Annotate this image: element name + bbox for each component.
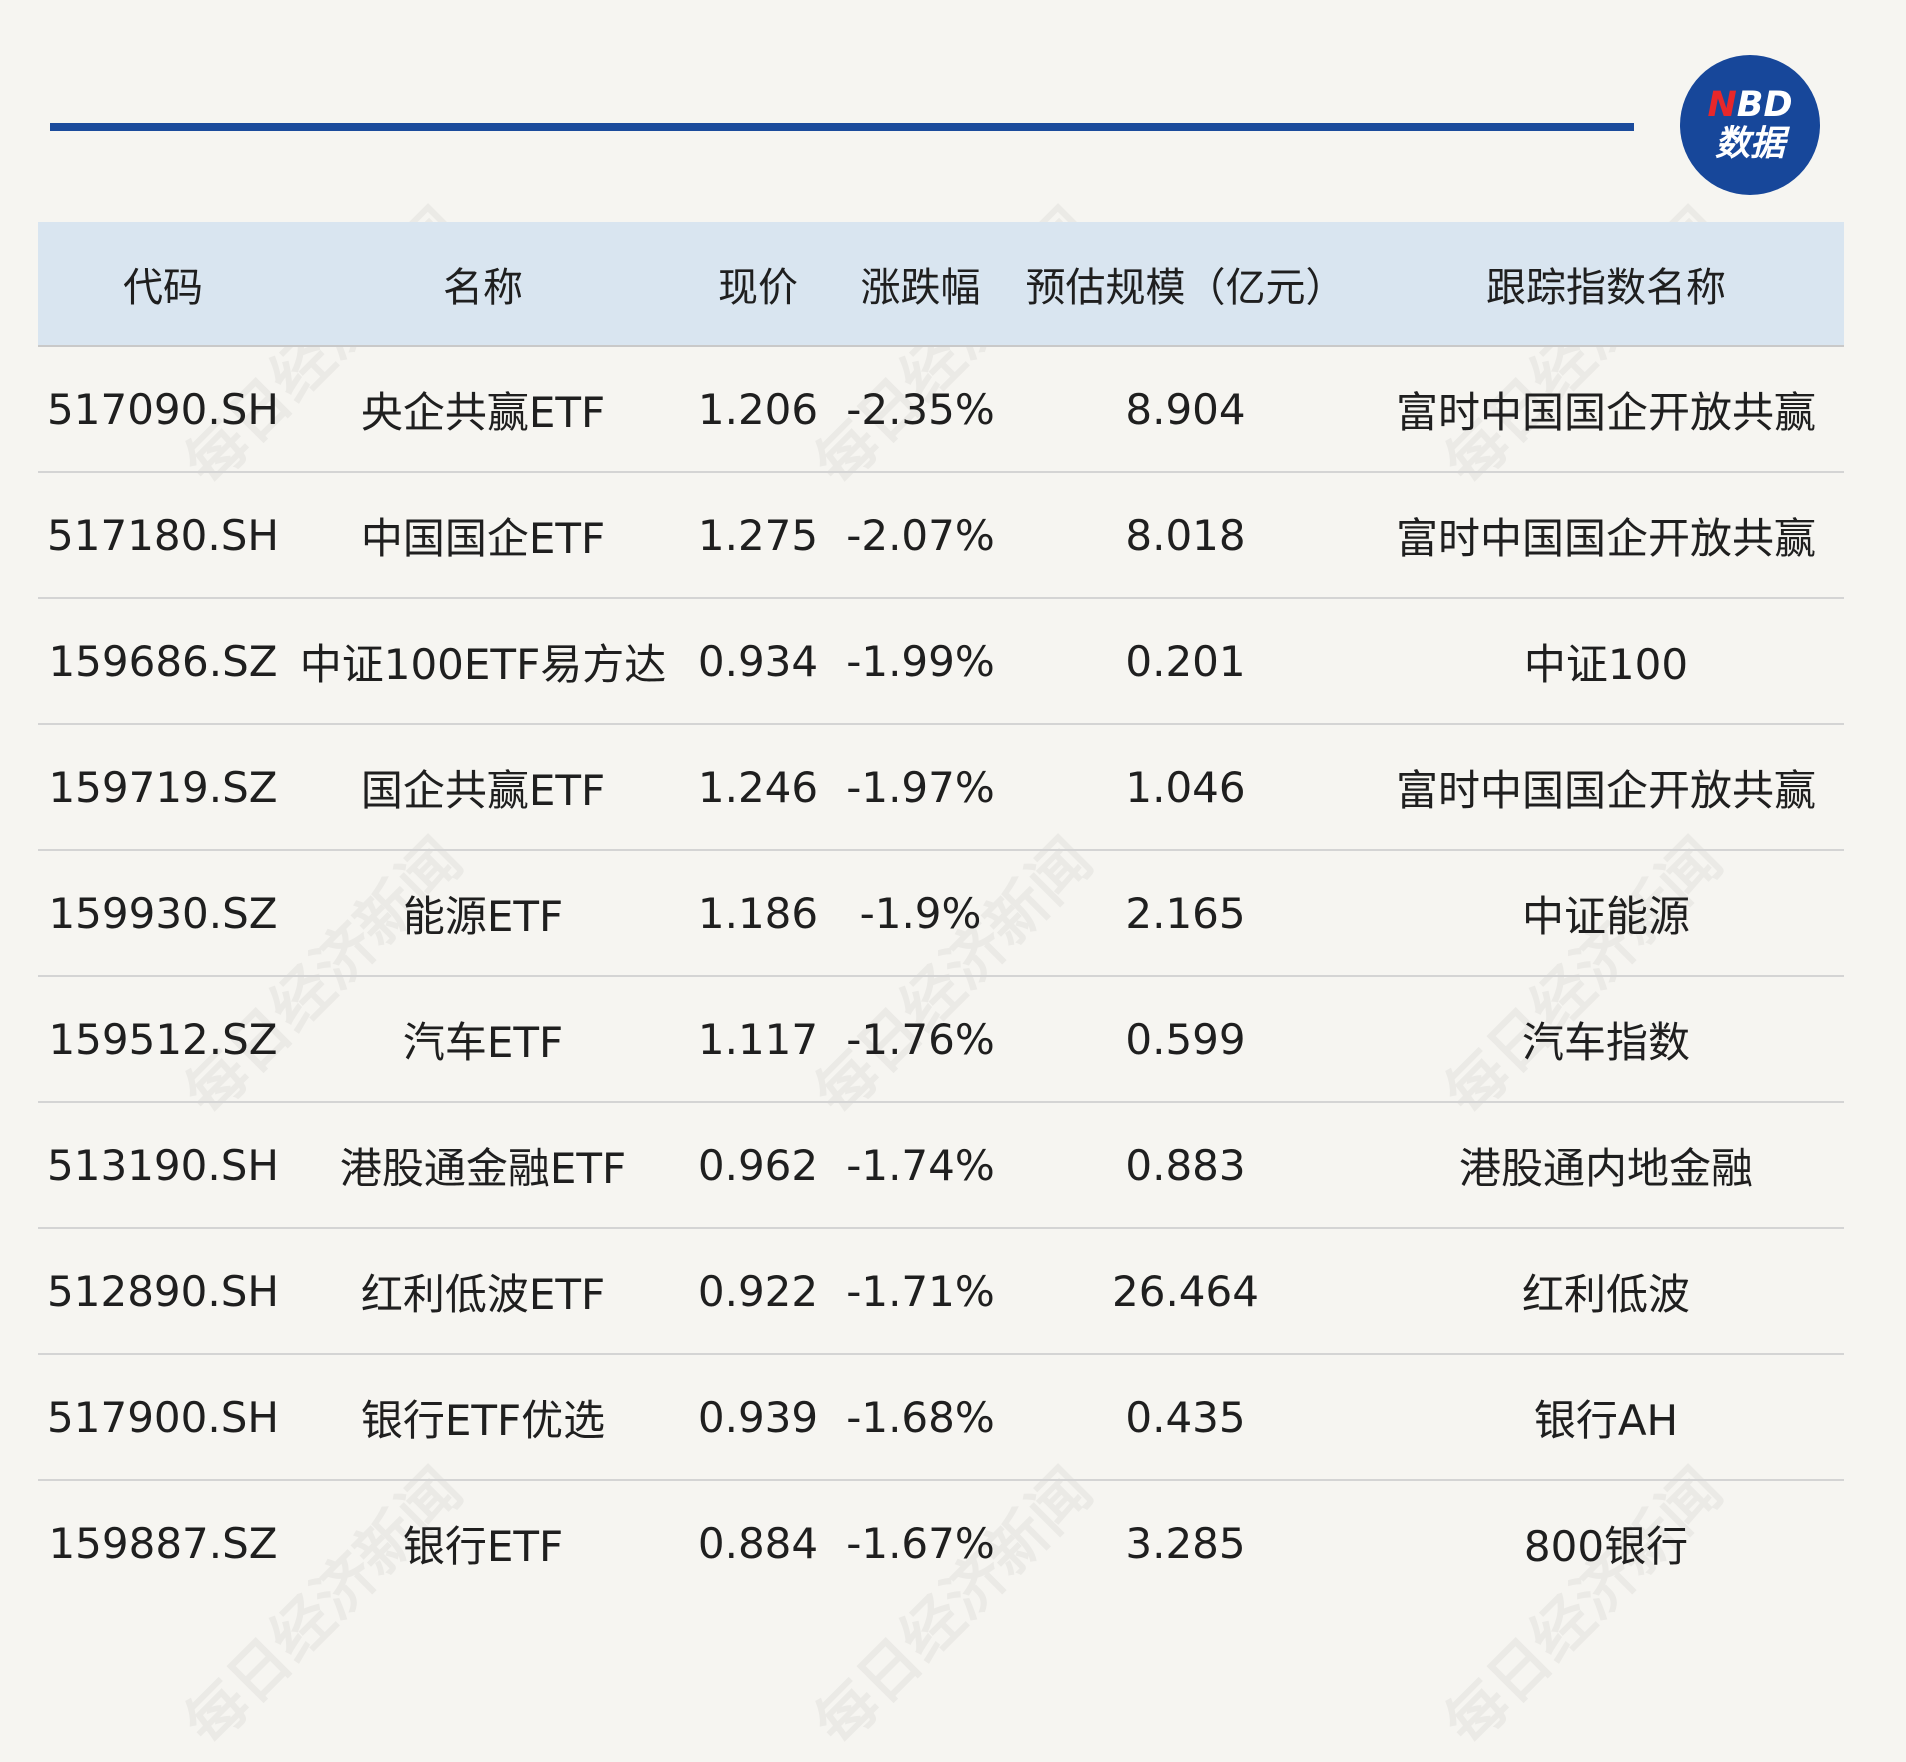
table-row: 159719.SZ 国企共赢ETF 1.246 -1.97% 1.046 富时中… (38, 724, 1844, 851)
cell-name: 银行ETF (402, 1522, 564, 1571)
cell-price: 1.246 (678, 724, 838, 851)
cell-change: -1.99% (838, 598, 1003, 725)
cell-scale: 3.285 (1125, 1519, 1246, 1568)
cell-change: -2.35% (838, 346, 1003, 473)
cell-name: 红利低波ETF (288, 1228, 678, 1355)
table-row: 159930.SZ 能源ETF 1.186 -1.9% 2.165 中证能源 (38, 850, 1844, 977)
col-header-change: 涨跌幅 (838, 222, 1003, 347)
header-rule (50, 123, 1634, 131)
cell-name: 中国国企ETF (288, 472, 678, 599)
cell-change: -1.68% (838, 1354, 1003, 1481)
cell-index: 中证能源 (1368, 850, 1844, 977)
table-row: 513190.SH 港股通金融ETF 0.962 -1.74% 0.883 港股… (38, 1102, 1844, 1229)
cell-price: 0.884 (697, 1519, 819, 1568)
cell-scale: 1.046 (1003, 724, 1368, 851)
cell-index: 红利低波 (1368, 1228, 1844, 1355)
cell-price: 1.186 (678, 850, 838, 977)
cell-name: 中证100ETF易方达 (288, 598, 678, 725)
cell-scale: 26.464 (1003, 1228, 1368, 1355)
col-header-code: 代码 (38, 222, 288, 347)
cell-price: 0.934 (678, 598, 838, 725)
cell-name: 央企共赢ETF (288, 346, 678, 473)
cell-index: 中证100 (1368, 598, 1844, 725)
cell-price: 1.206 (678, 346, 838, 473)
cell-code: 512890.SH (38, 1228, 288, 1355)
col-header-index: 跟踪指数名称 (1368, 222, 1844, 347)
table-row: 159512.SZ 汽车ETF 1.117 -1.76% 0.599 汽车指数 (38, 976, 1844, 1103)
cell-price: 0.922 (678, 1228, 838, 1355)
cell-code: 517900.SH (38, 1354, 288, 1481)
cell-name: 银行ETF优选 (288, 1354, 678, 1481)
cell-index: 富时中国国企开放共赢 (1368, 472, 1844, 599)
cell-change: -1.76% (838, 976, 1003, 1103)
cell-change: -1.97% (838, 724, 1003, 851)
cell-index: 港股通内地金融 (1368, 1102, 1844, 1229)
cell-change: -1.9% (838, 850, 1003, 977)
nbd-data-logo: NBD 数据 (1680, 55, 1820, 195)
cell-index: 富时中国国企开放共赢 (1368, 724, 1844, 851)
cell-scale: 2.165 (1003, 850, 1368, 977)
table-row: 517900.SH 银行ETF优选 0.939 -1.68% 0.435 银行A… (38, 1354, 1844, 1481)
cell-index: 银行AH (1368, 1354, 1844, 1481)
cell-name: 港股通金融ETF (288, 1102, 678, 1229)
cell-code: 159887.SZ (48, 1519, 278, 1568)
cell-scale: 0.201 (1003, 598, 1368, 725)
cell-index: 富时中国国企开放共赢 (1368, 346, 1844, 473)
table-row: 517180.SH 中国国企ETF 1.275 -2.07% 8.018 富时中… (38, 472, 1844, 599)
cell-code: 159930.SZ (38, 850, 288, 977)
col-header-scale: 预估规模（亿元） (1003, 222, 1368, 347)
cell-price: 0.962 (678, 1102, 838, 1229)
cell-scale: 8.904 (1003, 346, 1368, 473)
cell-code: 513190.SH (38, 1102, 288, 1229)
cell-code: 159686.SZ (38, 598, 288, 725)
cell-price: 0.939 (678, 1354, 838, 1481)
cell-price: 1.275 (678, 472, 838, 599)
cell-name: 能源ETF (288, 850, 678, 977)
cell-name: 国企共赢ETF (288, 724, 678, 851)
cell-code: 517180.SH (38, 472, 288, 599)
cell-code: 159512.SZ (38, 976, 288, 1103)
cell-change: -1.74% (838, 1102, 1003, 1229)
cell-change: -1.67% (846, 1519, 995, 1568)
cell-code: 517090.SH (38, 346, 288, 473)
table-row: 159887.SZ 银行ETF 0.884 -1.67% 3.285 800银行 (38, 1480, 1844, 1606)
cell-index: 汽车指数 (1368, 976, 1844, 1103)
cell-scale: 0.883 (1003, 1102, 1368, 1229)
cell-change: -2.07% (838, 472, 1003, 599)
col-header-price: 现价 (678, 222, 838, 347)
cell-change: -1.71% (838, 1228, 1003, 1355)
cell-code: 159719.SZ (38, 724, 288, 851)
cell-price: 1.117 (678, 976, 838, 1103)
table-row: 159686.SZ 中证100ETF易方达 0.934 -1.99% 0.201… (38, 598, 1844, 725)
table-header-row: 代码 名称 现价 涨跌幅 预估规模（亿元） 跟踪指数名称 (38, 222, 1844, 347)
col-header-name: 名称 (288, 222, 678, 347)
cell-index: 800银行 (1523, 1522, 1689, 1571)
cell-scale: 0.599 (1003, 976, 1368, 1103)
cell-scale: 8.018 (1003, 472, 1368, 599)
etf-decline-table: 代码 名称 现价 涨跌幅 预估规模（亿元） 跟踪指数名称 517090.SH 央… (38, 222, 1844, 1606)
cell-scale: 0.435 (1003, 1354, 1368, 1481)
cell-name: 汽车ETF (288, 976, 678, 1103)
table-row: 517090.SH 央企共赢ETF 1.206 -2.35% 8.904 富时中… (38, 346, 1844, 473)
table-row: 512890.SH 红利低波ETF 0.922 -1.71% 26.464 红利… (38, 1228, 1844, 1355)
